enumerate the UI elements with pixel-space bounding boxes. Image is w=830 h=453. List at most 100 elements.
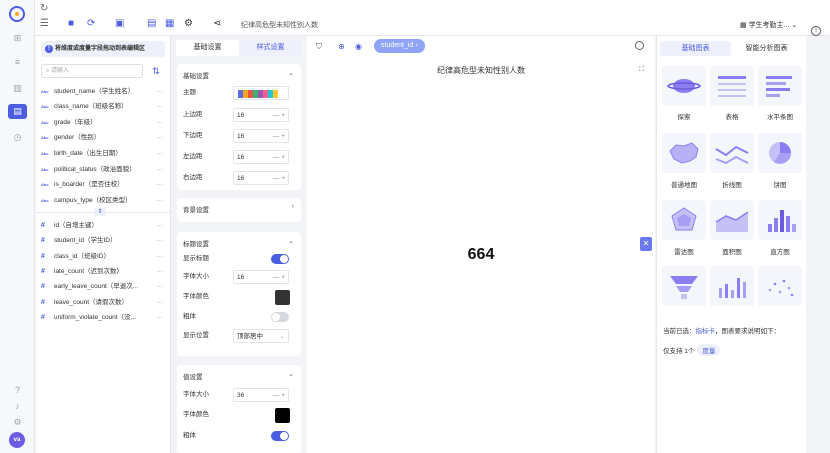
chevron-down-icon[interactable]: ⌄ (288, 237, 294, 245)
chart-tile-area[interactable] (710, 200, 754, 240)
field-item[interactable]: Abc is_boarder（是否住校） ··· (41, 177, 165, 192)
fullscreen-icon[interactable]: ⛶ (639, 66, 644, 74)
show-title-toggle[interactable] (271, 254, 289, 264)
target-icon[interactable]: ◉ (355, 40, 362, 54)
chevron-down-icon[interactable]: ⌄ (288, 69, 294, 77)
theme-palette-select[interactable] (233, 86, 289, 100)
field-item[interactable]: # uniform_violate_count（没... ··· (41, 310, 165, 325)
title-position-select[interactable]: 顶部居中 ⌄ (233, 329, 289, 343)
chart-title: 纪律高危型未知性别人数 (437, 66, 525, 75)
value-settings-card: 值设置 ⌄ 字体大小 36— + 字体颜色 粗体 (177, 365, 301, 453)
chart-tile-histogram[interactable] (758, 200, 802, 240)
value-font-size-stepper[interactable]: 36— + (233, 388, 289, 402)
field-pill[interactable]: student_id › (374, 39, 425, 53)
chart-label-pie: 饼图 (773, 182, 787, 189)
avatar[interactable]: va (9, 432, 25, 448)
chevron-right-icon[interactable]: › (292, 203, 294, 210)
info-icon[interactable]: i (811, 26, 821, 36)
panel-splitter[interactable]: ⇕ (36, 208, 171, 216)
field-item[interactable]: # leave_count（请假次数） ··· (41, 295, 165, 310)
share-icon[interactable]: ⋖ (213, 18, 221, 29)
grid-icon[interactable]: ⊞ (12, 33, 23, 44)
field-item[interactable]: Abc campus_type（校区类型） ··· (41, 193, 165, 208)
tab-basic-settings[interactable]: 基础设置 (176, 40, 239, 56)
help-circle-icon[interactable] (635, 41, 644, 50)
chart-tile-map[interactable] (662, 133, 706, 173)
left-rail: ⊞ ≡ ▥ ▤ ◷ ? ♪ ⚙ va (0, 0, 35, 453)
chevron-down-icon[interactable]: ⌄ (288, 370, 294, 378)
table-icon[interactable]: ▤ (147, 18, 156, 29)
settings-tabs: 基础设置 样式设置 (176, 40, 302, 56)
menu-icon[interactable]: ☰ (40, 18, 49, 29)
value-bold-toggle[interactable] (271, 431, 289, 441)
chart-tile-line[interactable] (710, 133, 754, 173)
margin-right-row: 右边距 16— + (183, 171, 295, 185)
save-icon[interactable]: ■ (68, 18, 74, 29)
chart-label-area: 面积图 (722, 249, 742, 256)
value-font-color-row: 字体颜色 (183, 408, 295, 423)
chart-tile-hbar[interactable] (758, 66, 802, 106)
filter-funnel-icon[interactable]: ⛉ (316, 40, 322, 54)
report-title: 纪律高危型未知性别人数 (241, 22, 318, 29)
tab-style-settings[interactable]: 样式设置 (239, 40, 302, 56)
field-item[interactable]: Abc political_status（政治面貌） ··· (41, 162, 165, 177)
database-icon[interactable]: ≡ (12, 57, 23, 68)
field-item[interactable]: Abc student_name（学生姓名） ··· (41, 84, 165, 99)
folder-icon[interactable]: ▤ (8, 104, 27, 119)
add-icon[interactable]: ⊕ (338, 40, 345, 54)
margin-left-stepper[interactable]: 16— + (233, 150, 289, 164)
title-bold-toggle[interactable] (271, 312, 289, 322)
grid-view-icon[interactable]: ▦ (165, 18, 174, 29)
theme-row: 主题 (183, 86, 295, 100)
bell-icon[interactable]: ♪ (12, 401, 23, 412)
value-bold-row: 粗体 (183, 429, 295, 443)
field-item[interactable]: # late_count（迟到次数） ··· (41, 264, 165, 279)
chart-icon[interactable]: ▥ (12, 83, 23, 94)
value-color-picker[interactable] (275, 408, 290, 423)
chart-tile-scatter[interactable] (758, 266, 802, 306)
chart-tile-column[interactable] (710, 266, 754, 306)
value-font-size-row: 字体大小 36— + (183, 388, 295, 402)
title-font-color-row: 字体颜色 (183, 290, 295, 305)
margin-top-stepper[interactable]: 16— + (233, 108, 289, 122)
margin-top-row: 上边距 16— + (183, 108, 295, 122)
field-search-input[interactable]: ⌕ 请输入 (41, 64, 143, 78)
title-settings-card: 标题设置 ⌄ 显示标题 字体大小 16— + 字体颜色 粗体 显示位置 顶部居中 ⌄ (177, 232, 301, 356)
gear-icon[interactable]: ⚙ (184, 18, 193, 29)
tab-smart-charts[interactable]: 智能分析图表 (731, 41, 802, 56)
field-item[interactable]: # student_id（学生ID） ··· (41, 233, 165, 248)
chart-type-panel: 基础图表 智能分析图表 探索 表格 水平条图 普通地图 折线图 饼图 雷达图 面… (656, 36, 806, 453)
chart-tile-table[interactable] (710, 66, 754, 106)
title-position-row: 显示位置 顶部居中 ⌄ (183, 329, 295, 343)
drag-handle-icon[interactable]: ⇕ (94, 208, 106, 216)
chart-tile-explore[interactable] (662, 66, 706, 106)
dataset-selector[interactable]: ▦ 学生考勤主... ⌄ (740, 20, 797, 30)
filter-icon[interactable]: ⇅ (150, 65, 162, 77)
title-bold-row: 粗体 (183, 310, 295, 324)
title-font-size-stepper[interactable]: 16— + (233, 270, 289, 284)
close-icon[interactable]: ✕ (640, 237, 652, 251)
field-item[interactable]: Abc class_name（班级名称） ··· (41, 99, 165, 114)
reload-icon[interactable]: ⟳ (87, 18, 95, 29)
field-item[interactable]: # class_id（班级ID） ··· (41, 249, 165, 264)
chart-label-explore: 探索 (677, 114, 691, 121)
margin-right-stepper[interactable]: 16— + (233, 171, 289, 185)
refresh-icon[interactable]: ↻ (40, 3, 48, 14)
chart-tile-pie[interactable] (758, 133, 802, 173)
field-item[interactable]: Abc gender（性别） ··· (41, 130, 165, 145)
field-item[interactable]: # early_leave_count（早退次... ··· (41, 279, 165, 294)
chart-tile-funnel[interactable] (662, 266, 706, 306)
clock-icon[interactable]: ◷ (12, 132, 23, 143)
field-item[interactable]: Abc grade（年级） ··· (41, 115, 165, 130)
field-item[interactable]: # id（自增主键） ··· (41, 218, 165, 233)
top-toolbar: ↻ ☰ ■ ⟳ ▣ ▤ ▦ ⚙ ⋖ 纪律高危型未知性别人数 ▦ 学生考勤主...… (35, 0, 830, 36)
background-settings-card[interactable]: 背景设置 › (177, 198, 301, 222)
settings-icon[interactable]: ⚙ (12, 417, 23, 428)
chart-tile-radar[interactable] (662, 200, 706, 240)
title-color-picker[interactable] (275, 290, 290, 305)
help-icon[interactable]: ? (12, 385, 23, 396)
layout-icon[interactable]: ▣ (115, 18, 124, 29)
tab-basic-charts[interactable]: 基础图表 (660, 41, 731, 56)
margin-bottom-stepper[interactable]: 16— + (233, 129, 289, 143)
field-item[interactable]: Abc birth_date（出生日期） ··· (41, 146, 165, 161)
